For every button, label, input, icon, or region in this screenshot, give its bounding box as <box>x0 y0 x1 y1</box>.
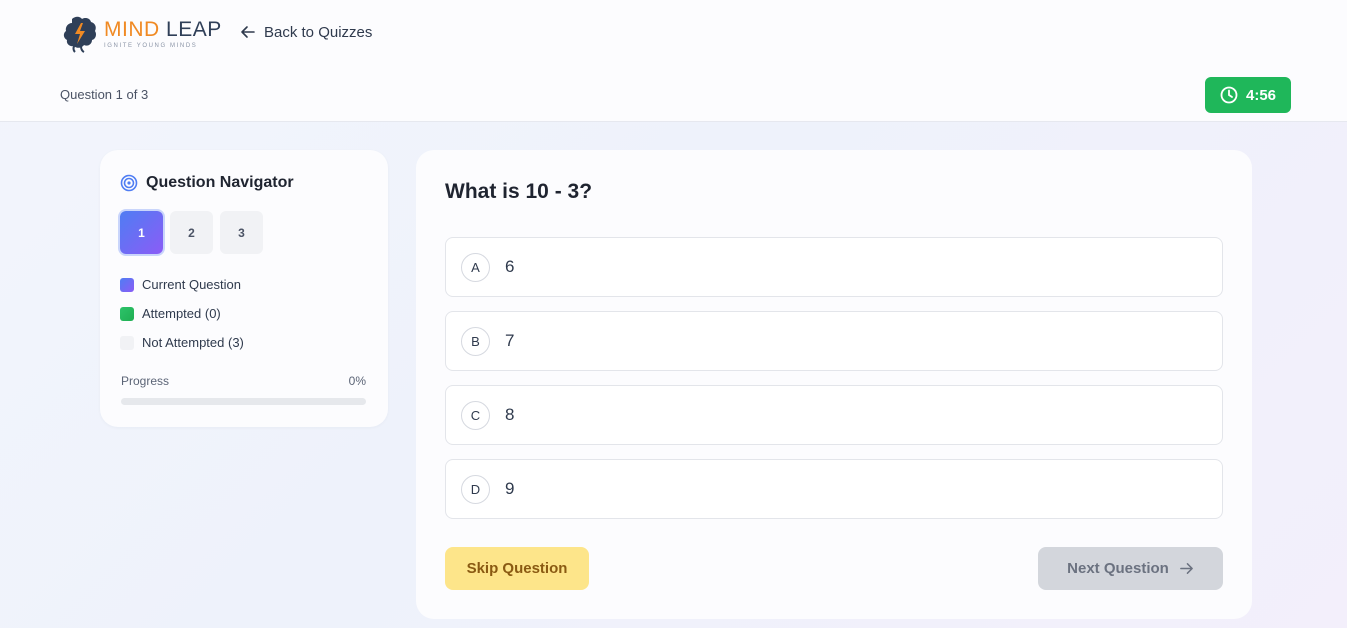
option-letter: A <box>461 252 490 282</box>
question-counter: Question 1 of 3 <box>60 87 149 102</box>
answer-options: A 6 B 7 C 8 D 9 <box>445 237 1223 533</box>
question-navigator-card: Question Navigator 1 2 3 Current Questio… <box>100 150 388 427</box>
question-text: What is 10 - 3? <box>445 180 593 203</box>
question-1-button[interactable]: 1 <box>120 211 163 254</box>
option-c[interactable]: C 8 <box>445 385 1223 445</box>
option-value: 8 <box>505 405 515 424</box>
legend-not-attempted-label: Not Attempted (3) <box>142 335 244 350</box>
countdown-timer: 4:56 <box>1205 77 1291 113</box>
back-link-label: Back to Quizzes <box>264 23 373 41</box>
question-2-button[interactable]: 2 <box>170 211 213 254</box>
legend-current: Current Question <box>120 276 244 293</box>
top-header: MIND LEAP IGNITE YOUNG MINDS Back to Qui… <box>0 0 1347 122</box>
logo-tagline: IGNITE YOUNG MINDS <box>104 43 198 49</box>
logo-mind: MIND <box>104 18 160 41</box>
current-swatch <box>120 277 134 292</box>
timer-value: 4:56 <box>1245 86 1277 104</box>
arrow-right-icon <box>1179 563 1193 574</box>
legend-not-attempted: Not Attempted (3) <box>120 334 244 351</box>
back-to-quizzes-link[interactable]: Back to Quizzes <box>240 22 372 42</box>
mind-leap-logo[interactable]: MIND LEAP IGNITE YOUNG MINDS <box>62 14 222 54</box>
attempted-swatch <box>120 306 134 321</box>
option-letter: D <box>461 474 490 504</box>
option-d[interactable]: D 9 <box>445 459 1223 519</box>
option-letter: B <box>461 326 490 356</box>
progress-bar <box>121 398 366 405</box>
target-icon <box>120 174 138 192</box>
legend-attempted: Attempted (0) <box>120 305 244 322</box>
legend-current-label: Current Question <box>142 277 241 292</box>
navigator-heading: Question Navigator <box>120 174 294 192</box>
next-question-button[interactable]: Next Question <box>1038 547 1223 590</box>
next-question-label: Next Question <box>1067 560 1169 577</box>
arrow-left-icon <box>241 26 255 38</box>
brain-logo-icon <box>63 16 96 53</box>
logo-leap: LEAP <box>166 18 222 41</box>
option-value: 6 <box>505 257 515 276</box>
question-number-buttons: 1 2 3 <box>120 211 263 254</box>
option-b[interactable]: B 7 <box>445 311 1223 371</box>
navigator-title: Question Navigator <box>146 174 294 191</box>
logo-wordmark: MIND LEAP <box>104 19 222 40</box>
clock-icon <box>1220 86 1238 104</box>
question-card: What is 10 - 3? A 6 B 7 C 8 D 9 Skip Que… <box>416 150 1252 619</box>
progress-row: Progress 0% <box>121 374 366 388</box>
skip-question-button[interactable]: Skip Question <box>445 547 589 590</box>
status-legend: Current Question Attempted (0) Not Attem… <box>120 276 244 363</box>
option-value: 9 <box>505 479 515 498</box>
progress-value: 0% <box>348 374 366 388</box>
option-value: 7 <box>505 331 515 350</box>
legend-attempted-label: Attempted (0) <box>142 306 221 321</box>
question-3-button[interactable]: 3 <box>220 211 263 254</box>
option-a[interactable]: A 6 <box>445 237 1223 297</box>
progress-label: Progress <box>121 374 170 388</box>
not-attempted-swatch <box>120 335 134 350</box>
option-letter: C <box>461 400 490 430</box>
